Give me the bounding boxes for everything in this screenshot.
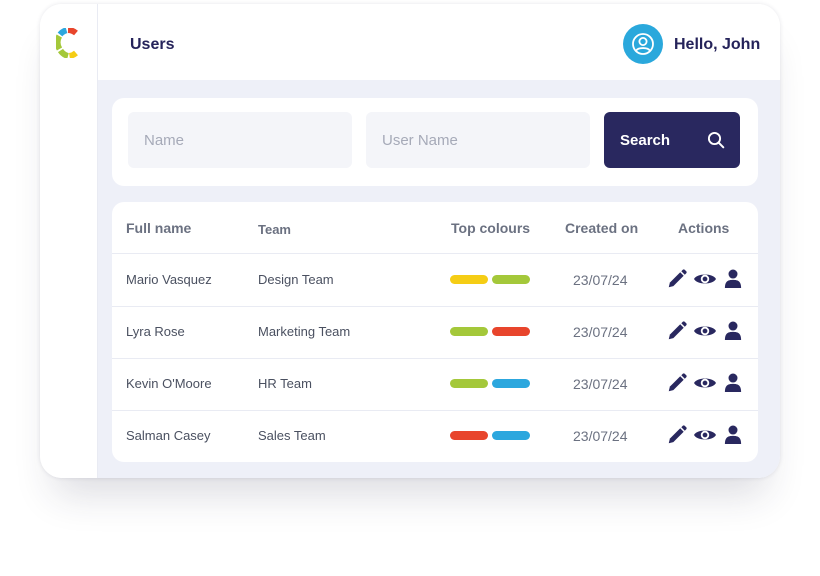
column-header-full-name: Full name	[126, 220, 192, 236]
column-header-actions: Actions	[678, 220, 730, 236]
view-icon[interactable]	[693, 424, 717, 448]
page-title: Users	[130, 36, 175, 53]
table-row: Kevin O'Moore HR Team 23/07/24	[112, 358, 758, 411]
search-button-label: Search	[620, 131, 671, 149]
top-bar: Users Hello, John	[98, 4, 780, 80]
user-icon[interactable]	[724, 268, 742, 292]
username-input[interactable]	[366, 112, 590, 168]
colour-swatch	[492, 379, 530, 388]
cell-team: HR Team	[258, 376, 312, 391]
cell-created-on: 23/07/24	[573, 376, 628, 392]
row-actions	[666, 424, 742, 448]
column-header-team: Team	[258, 222, 291, 237]
search-icon	[707, 131, 725, 149]
cell-team: Design Team	[258, 272, 334, 287]
colour-swatch	[492, 431, 530, 440]
search-button[interactable]: Search	[604, 112, 740, 168]
table-row: Lyra Rose Marketing Team 23/07/24	[112, 306, 758, 359]
colour-swatch	[450, 327, 488, 336]
app-window: Users Hello, John Search Full	[40, 4, 780, 478]
cell-full-name: Lyra Rose	[126, 324, 185, 339]
user-icon[interactable]	[724, 320, 742, 344]
cell-created-on: 23/07/24	[573, 272, 628, 288]
row-actions	[666, 372, 742, 396]
users-table: Full name Team Top colours Created on Ac…	[112, 202, 758, 462]
row-actions	[666, 268, 742, 292]
column-header-top-colours: Top colours	[451, 220, 531, 236]
cell-full-name: Mario Vasquez	[126, 272, 212, 287]
edit-icon[interactable]	[666, 268, 688, 292]
view-icon[interactable]	[693, 372, 717, 396]
table-row: Mario Vasquez Design Team 23/07/24	[112, 254, 758, 307]
cell-created-on: 23/07/24	[573, 428, 628, 444]
colour-swatch	[492, 327, 530, 336]
edit-icon[interactable]	[666, 320, 688, 344]
view-icon[interactable]	[693, 268, 717, 292]
cell-team: Sales Team	[258, 428, 326, 443]
user-icon[interactable]	[724, 424, 742, 448]
cell-team: Marketing Team	[258, 324, 351, 339]
cell-created-on: 23/07/24	[573, 324, 628, 340]
greeting-text: Hello, John	[674, 36, 761, 53]
cell-full-name: Salman Casey	[126, 428, 211, 443]
main-content: Search Full name Team Top colours Create…	[98, 80, 780, 478]
colour-swatch	[450, 431, 488, 440]
row-actions	[666, 320, 742, 344]
name-input[interactable]	[128, 112, 352, 168]
colour-swatch	[450, 379, 488, 388]
logo-icon[interactable]	[56, 28, 80, 58]
table-header: Full name Team Top colours Created on Ac…	[112, 202, 758, 254]
user-icon[interactable]	[724, 372, 742, 396]
search-panel: Search	[112, 98, 758, 186]
cell-full-name: Kevin O'Moore	[126, 376, 212, 391]
edit-icon[interactable]	[666, 424, 688, 448]
view-icon[interactable]	[693, 320, 717, 344]
sidebar	[40, 4, 98, 478]
colour-swatch	[492, 275, 530, 284]
column-header-created-on: Created on	[565, 220, 639, 236]
edit-icon[interactable]	[666, 372, 688, 396]
colour-swatch	[450, 275, 488, 284]
user-avatar-icon[interactable]	[623, 24, 663, 64]
table-row: Salman Casey Sales Team 23/07/24	[112, 410, 758, 462]
user-outline-icon	[632, 33, 654, 55]
